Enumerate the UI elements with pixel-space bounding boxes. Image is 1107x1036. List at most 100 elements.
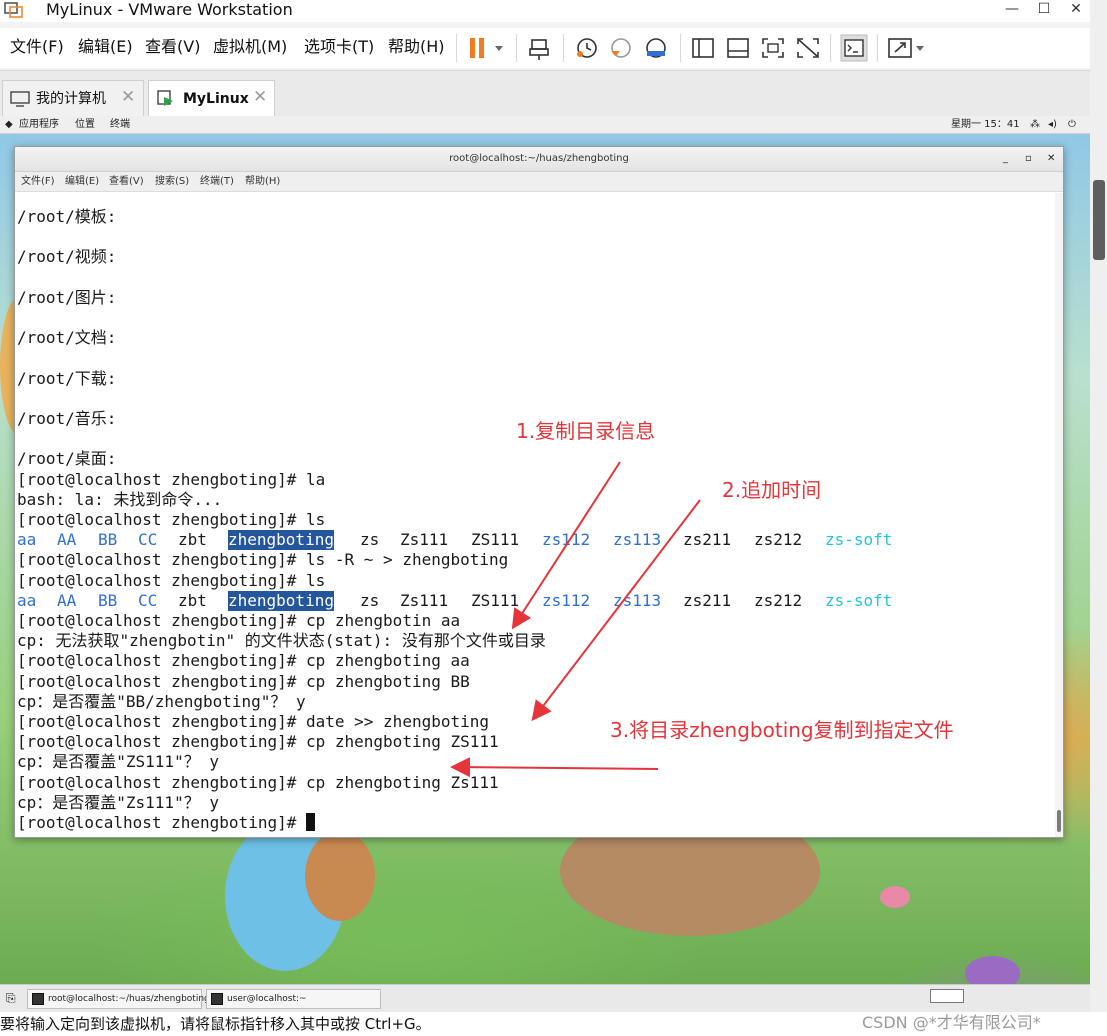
host-scrollbar-thumb[interactable]	[1093, 180, 1105, 260]
guest-taskbar: ⎘ root@localhost:~/huas/zhengboting user…	[0, 984, 1090, 1012]
annotation-1: 1.复制目录信息	[516, 419, 656, 443]
ls-entry: CC	[138, 591, 158, 610]
terminal-line: /root/桌面:	[17, 449, 116, 469]
menu-tabs[interactable]: 选项卡(T)	[304, 37, 374, 57]
terminal-scrollbar[interactable]	[1055, 193, 1063, 837]
terminal-line-text: [root@localhost zhengboting]# la	[17, 470, 326, 489]
snapshot-manager-icon[interactable]	[643, 34, 669, 62]
terminal-line: [root@localhost zhengboting]# cp zhengbo…	[17, 611, 460, 631]
close-button[interactable]: ✕	[1060, 0, 1092, 20]
snapshot-take-icon[interactable]	[574, 34, 600, 62]
snapshot-revert-icon[interactable]	[608, 34, 634, 62]
status-bar: 要将输入定向到该虚拟机，请将鼠标指针移入其中或按 Ctrl+G。 CSDN @*…	[0, 1012, 1107, 1036]
terminal-line-text: /root/桌面:	[17, 449, 117, 468]
terminal-line: [root@localhost zhengboting]# cp zhengbo…	[17, 672, 470, 692]
vmware-logo-icon	[4, 2, 23, 18]
network-icon[interactable]: ⁂	[1030, 116, 1040, 133]
terminal-menu-search[interactable]: 搜索(S)	[155, 176, 189, 188]
panel-applications[interactable]: 应用程序	[19, 116, 59, 133]
terminal-line-text: [root@localhost zhengboting]# cp zhengbo…	[17, 651, 470, 670]
thumbnail-bar-icon[interactable]	[725, 34, 751, 62]
terminal-menu-help[interactable]: 帮助(H)	[245, 176, 280, 188]
menu-file[interactable]: 文件(F)	[10, 37, 64, 57]
ls-entry: ZS111	[471, 530, 520, 549]
terminal-line-text: cp: 无法获取"zhengbotin" 的文件状态(stat): 没有那个文件…	[17, 631, 546, 650]
guest-desktop[interactable]: ◆ 应用程序 位置 终端 星期一 15：41 ⁂ ◂) ⏻ root@local…	[0, 116, 1090, 984]
applications-icon: ◆	[5, 119, 13, 130]
send-keys-icon[interactable]	[527, 34, 553, 62]
taskbar-item-terminal-1[interactable]: root@localhost:~/huas/zhengboting	[27, 989, 210, 1009]
terminal-line-text: /root/文档:	[17, 328, 117, 347]
panel-terminal[interactable]: 终端	[110, 116, 130, 133]
gnome-top-panel: ◆ 应用程序 位置 终端 星期一 15：41 ⁂ ◂) ⏻	[0, 116, 1090, 134]
menu-vm[interactable]: 虚拟机(M)	[213, 37, 287, 57]
ls-entry: CC	[138, 530, 158, 549]
show-desktop-icon[interactable]: ⎘	[6, 990, 16, 1006]
terminal-menu-terminal[interactable]: 终端(T)	[200, 176, 234, 188]
terminal-maximize-button[interactable]: ▫	[1025, 153, 1032, 165]
watermark: CSDN @*才华有限公司*	[862, 1013, 1041, 1032]
panel-places[interactable]: 位置	[75, 116, 95, 133]
terminal-line: [root@localhost zhengboting]# ls -R ~ > …	[17, 550, 508, 570]
terminal-scrollbar-thumb[interactable]	[1057, 810, 1061, 832]
ls-entry: zs211	[683, 591, 732, 610]
ls-entry: zhengboting	[228, 591, 334, 611]
terminal-line-text: [root@localhost zhengboting]# cp zhengbo…	[17, 773, 499, 792]
terminal-line: [root@localhost zhengboting]#	[17, 813, 315, 833]
taskbar-item-terminal-2[interactable]: user@localhost:~	[206, 989, 381, 1009]
ls-entry: zhengboting	[228, 530, 334, 550]
tab-my-computer[interactable]: 我的计算机 ✕	[2, 80, 144, 116]
close-icon[interactable]: ✕	[121, 88, 135, 106]
power-icon[interactable]: ⏻	[1068, 116, 1076, 133]
right-edge-strip	[1090, 0, 1107, 1012]
terminal-close-button[interactable]: ✕	[1047, 153, 1055, 165]
terminal-line: [root@localhost zhengboting]# cp zhengbo…	[17, 773, 499, 793]
dropdown-icon[interactable]	[492, 34, 506, 62]
ls-entry: aa	[17, 591, 37, 610]
volume-icon[interactable]: ◂)	[1048, 116, 1057, 133]
terminal-line: cp：是否覆盖"BB/zhengboting"？ y	[17, 692, 306, 712]
terminal-menu-edit[interactable]: 编辑(E)	[65, 176, 99, 188]
terminal-line: [root@localhost zhengboting]# la	[17, 470, 325, 490]
ls-entry: zs113	[613, 530, 662, 549]
terminal-line-text: [root@localhost zhengboting]# ls	[17, 510, 326, 529]
terminal-line-text: cp：是否覆盖"Zs111"？ y	[17, 793, 219, 812]
maximize-button[interactable]: ☐	[1028, 0, 1060, 20]
menu-edit[interactable]: 编辑(E)	[78, 37, 133, 57]
fullscreen-icon[interactable]	[887, 34, 927, 62]
terminal-line-text: [root@localhost zhengboting]#	[17, 813, 306, 832]
tab-mylinux[interactable]: MyLinux ✕	[148, 80, 275, 116]
ls-entry: zs211	[683, 530, 732, 549]
ls-entry: zs212	[754, 530, 803, 549]
panel-clock[interactable]: 星期一 15：41	[951, 116, 1020, 133]
annotation-3: 3.将目录zhengboting复制到指定文件	[610, 718, 954, 742]
full-panel-icon[interactable]	[690, 34, 716, 62]
stretch-icon[interactable]	[795, 34, 821, 62]
terminal-menu-file[interactable]: 文件(F)	[21, 176, 55, 188]
taskbar-item-label: user@localhost:~	[227, 994, 307, 1004]
terminal-line: /root/文档:	[17, 328, 116, 348]
console-view-icon[interactable]	[840, 34, 868, 62]
workspace-switcher[interactable]	[930, 989, 964, 1003]
pause-icon[interactable]	[466, 34, 488, 62]
menubar: 文件(F) 编辑(E) 查看(V) 虚拟机(M) 选项卡(T) 帮助(H)	[0, 28, 1107, 68]
menu-view[interactable]: 查看(V)	[145, 37, 200, 57]
terminal-minimize-button[interactable]: _	[1003, 153, 1008, 165]
unity-icon[interactable]	[760, 34, 786, 62]
ls-entry: zs212	[754, 591, 803, 610]
tab-label: 我的计算机	[36, 91, 106, 107]
terminal-line: [root@localhost zhengboting]# date >> zh…	[17, 712, 489, 732]
tab-strip: 我的计算机 ✕ MyLinux ✕	[0, 70, 1090, 116]
computer-icon	[10, 91, 30, 107]
minimize-button[interactable]: —	[996, 0, 1028, 20]
wallpaper-creature	[965, 956, 1020, 984]
menu-help[interactable]: 帮助(H)	[388, 37, 445, 57]
close-icon[interactable]: ✕	[253, 88, 267, 106]
ls-entry: BB	[98, 591, 118, 610]
ls-entry: AA	[57, 530, 77, 549]
terminal-cursor	[305, 813, 315, 831]
terminal-menu-view[interactable]: 查看(V)	[109, 176, 144, 188]
terminal-line: cp：是否覆盖"ZS111"？ y	[17, 752, 219, 772]
terminal-line-text: /root/音乐:	[17, 409, 117, 428]
ls-entry: AA	[57, 591, 77, 610]
